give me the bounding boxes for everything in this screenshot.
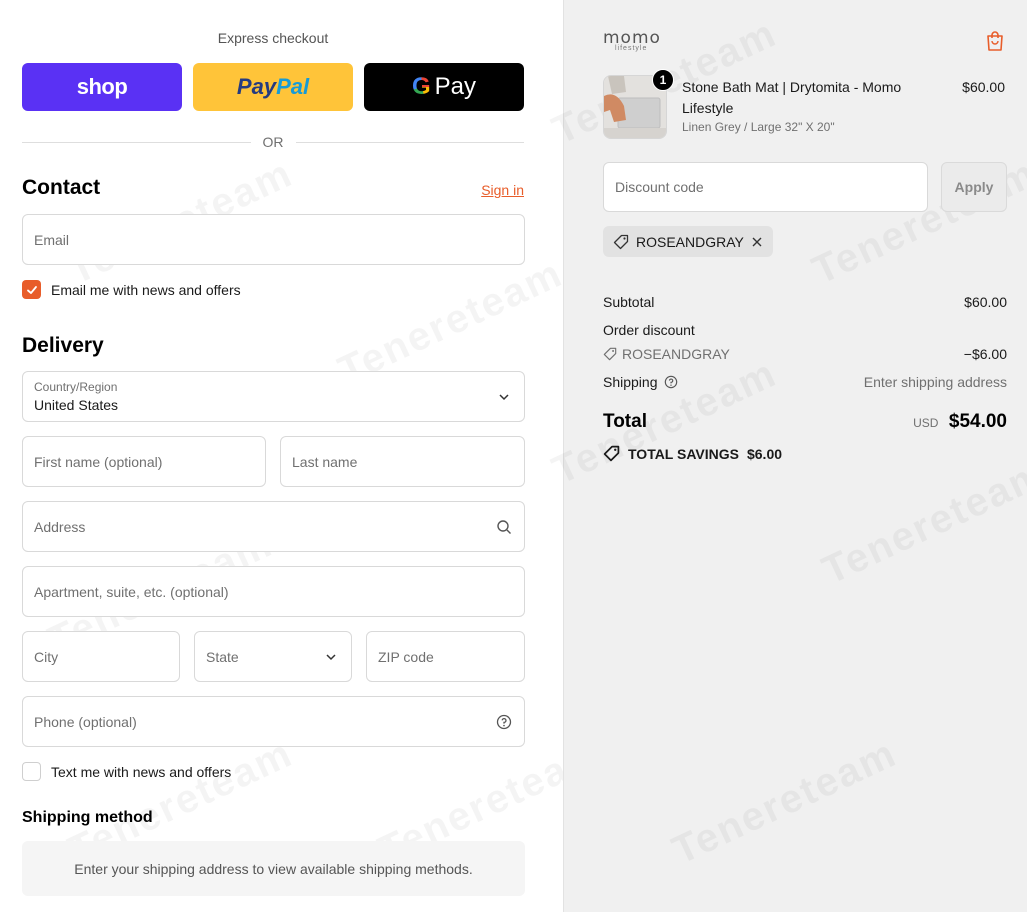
text-news-label: Text me with news and offers — [51, 763, 232, 780]
contact-heading: Contact — [22, 176, 101, 199]
express-checkout-title: Express checkout — [217, 30, 329, 46]
email-news-label: Email me with news and offers — [51, 281, 241, 298]
chevron-down-icon — [326, 653, 336, 660]
address-field[interactable]: Address — [22, 501, 525, 552]
subtotal-value: $60.00 — [964, 294, 1007, 310]
total-value: $54.00 — [948, 411, 1007, 432]
email-field[interactable]: Email — [22, 214, 525, 265]
watermark: Tenereteam — [666, 731, 904, 874]
discount-code-field[interactable]: Discount code — [603, 162, 928, 212]
subtotal-row: Subtotal $60.00 — [603, 294, 1007, 310]
google-g-icon: G — [411, 73, 431, 100]
shipping-row: Shipping Enter shipping address — [603, 374, 1007, 390]
product-name: Stone Bath Mat | Drytomita - Momo Lifest… — [682, 79, 902, 116]
help-icon[interactable] — [664, 375, 678, 389]
paypal-logo: PayPal — [236, 74, 310, 99]
city-field[interactable]: City — [22, 631, 180, 682]
discount-code-label: ROSEANDGRAY — [622, 346, 730, 362]
order-discount-row: Order discount — [603, 322, 1007, 338]
product-price: $60.00 — [962, 79, 1005, 95]
google-pay-button[interactable]: G Pay — [364, 63, 524, 111]
total-savings: TOTAL SAVINGS $6.00 — [603, 445, 782, 462]
order-discount-label: Order discount — [603, 322, 695, 338]
close-icon[interactable] — [751, 236, 763, 248]
quantity-badge: 1 — [652, 69, 674, 91]
savings-value: $6.00 — [746, 445, 783, 462]
shipping-method-notice: Enter your shipping address to view avai… — [22, 841, 525, 896]
tag-icon — [603, 445, 620, 462]
subtotal-label: Subtotal — [603, 294, 655, 310]
applied-discount-chip: ROSEANDGRAY — [603, 226, 773, 257]
total-row: Total USD $54.00 — [603, 411, 1007, 433]
apartment-field[interactable]: Apartment, suite, etc. (optional) — [22, 566, 525, 617]
tag-icon — [603, 347, 617, 361]
store-logo[interactable]: momo lifestyle — [603, 28, 661, 52]
apply-discount-button[interactable]: Apply — [941, 162, 1007, 212]
shopping-bag-icon[interactable] — [985, 30, 1005, 52]
email-news-checkbox[interactable] — [22, 280, 41, 299]
country-label: Country/Region — [34, 380, 118, 394]
tag-icon — [613, 234, 629, 249]
shop-pay-button[interactable]: shop — [22, 63, 182, 111]
country-select[interactable]: Country/Region United States — [22, 371, 525, 422]
help-icon[interactable] — [496, 714, 512, 730]
last-name-field[interactable]: Last name — [280, 436, 525, 487]
delivery-heading: Delivery — [22, 334, 104, 357]
country-value: United States — [34, 397, 119, 413]
first-name-field[interactable]: First name (optional) — [22, 436, 266, 487]
sign-in-link[interactable]: Sign in — [481, 182, 524, 198]
savings-label: TOTAL SAVINGS — [628, 445, 739, 462]
phone-field[interactable]: Phone (optional) — [22, 696, 525, 747]
shipping-value: Enter shipping address — [863, 374, 1007, 390]
watermark: Tenereteam — [816, 451, 1027, 594]
text-news-checkbox-row[interactable]: Text me with news and offers — [22, 762, 231, 781]
shop-pay-label: shop — [76, 74, 128, 99]
applied-discount-code: ROSEANDGRAY — [636, 233, 744, 250]
state-select[interactable]: State — [194, 631, 352, 682]
zip-field[interactable]: ZIP code — [366, 631, 525, 682]
shipping-method-heading: Shipping method — [22, 809, 153, 826]
discount-code-row: ROSEANDGRAY −$6.00 — [603, 346, 1007, 362]
shipping-label: Shipping — [603, 374, 658, 390]
email-news-checkbox-row[interactable]: Email me with news and offers — [22, 280, 241, 299]
order-summary-panel: Tenereteam Tenereteam Tenereteam Teneret… — [546, 0, 1027, 912]
search-icon — [497, 519, 511, 534]
product-variant: Linen Grey / Large 32" X 20" — [682, 120, 835, 134]
checkout-form-panel: Tenereteam Tenereteam Tenereteam Teneret… — [0, 0, 609, 912]
chevron-down-icon — [499, 393, 509, 400]
currency-code: USD — [913, 416, 939, 430]
check-icon — [26, 285, 37, 294]
total-label: Total — [603, 411, 647, 432]
discount-value: −$6.00 — [963, 346, 1007, 362]
text-news-checkbox[interactable] — [22, 762, 41, 781]
or-divider: OR — [22, 134, 524, 150]
paypal-button[interactable]: PayPal — [193, 63, 353, 111]
google-pay-logo: G Pay — [411, 73, 477, 100]
